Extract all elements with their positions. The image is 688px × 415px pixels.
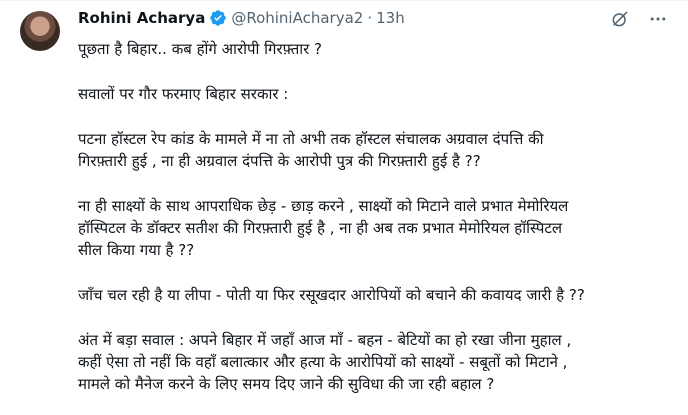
tweet-paragraph: पटना हॉस्टल रेप कांड के मामले में ना तो … <box>78 128 678 172</box>
tweet-line: सवालों पर गौर फरमाए बिहार सरकार : <box>78 85 289 103</box>
tweet-header: Rohini Acharya @RohiniAcharya2 · 13h <box>78 8 405 28</box>
tweet-paragraph: जाँच चल रही है या लीपा - पोती या फिर रसू… <box>78 284 678 306</box>
tweet-line: ना ही साक्ष्यों के साथ आपराधिक छेड़ - छा… <box>78 197 569 215</box>
verified-badge-icon <box>209 9 227 27</box>
tweet-paragraph: सवालों पर गौर फरमाए बिहार सरकार : <box>78 83 678 105</box>
tweet-line: गिरफ़्तारी हुई , ना ही अग्रवाल दंपत्ति क… <box>78 152 481 170</box>
tweet-line: अंत में बड़ा सवाल : अपने बिहार में जहाँ … <box>78 331 572 349</box>
tweet-line: सील किया गया है ?? <box>78 241 195 259</box>
more-icon[interactable] <box>648 9 668 29</box>
tweet-line: पटना हॉस्टल रेप कांड के मामले में ना तो … <box>78 130 544 148</box>
tweet-paragraph: अंत में बड़ा सवाल : अपने बिहार में जहाँ … <box>78 329 678 395</box>
author-avatar[interactable] <box>20 11 60 51</box>
author-handle[interactable]: @RohiniAcharya2 <box>231 8 363 28</box>
author-name[interactable]: Rohini Acharya <box>78 8 205 28</box>
tweet-text: पूछता है बिहार.. कब होंगे आरोपी गिरफ़्ता… <box>78 38 678 395</box>
tweet-line: कहीं ऐसा तो नहीं कि वहाँ बलात्कार और हत्… <box>78 353 568 371</box>
tweet-line: हॉस्पिटल के डॉक्टर सतीश की गिरफ़्तारी हु… <box>78 219 563 237</box>
tweet-timestamp[interactable]: 13h <box>376 8 405 28</box>
separator-dot: · <box>367 9 373 27</box>
tweet-paragraph: पूछता है बिहार.. कब होंगे आरोपी गिरफ़्ता… <box>78 38 678 60</box>
tweet: Rohini Acharya @RohiniAcharya2 · 13h पूछ <box>0 0 688 415</box>
tweet-actions <box>610 9 668 29</box>
tweet-line: मामले को मैनेज करने के लिए समय दिए जाने … <box>78 375 495 393</box>
tweet-line: जाँच चल रही है या लीपा - पोती या फिर रसू… <box>78 286 585 304</box>
tweet-line: पूछता है बिहार.. कब होंगे आरोपी गिरफ़्ता… <box>78 40 323 58</box>
grok-icon[interactable] <box>610 9 630 29</box>
tweet-paragraph: ना ही साक्ष्यों के साथ आपराधिक छेड़ - छा… <box>78 195 678 261</box>
